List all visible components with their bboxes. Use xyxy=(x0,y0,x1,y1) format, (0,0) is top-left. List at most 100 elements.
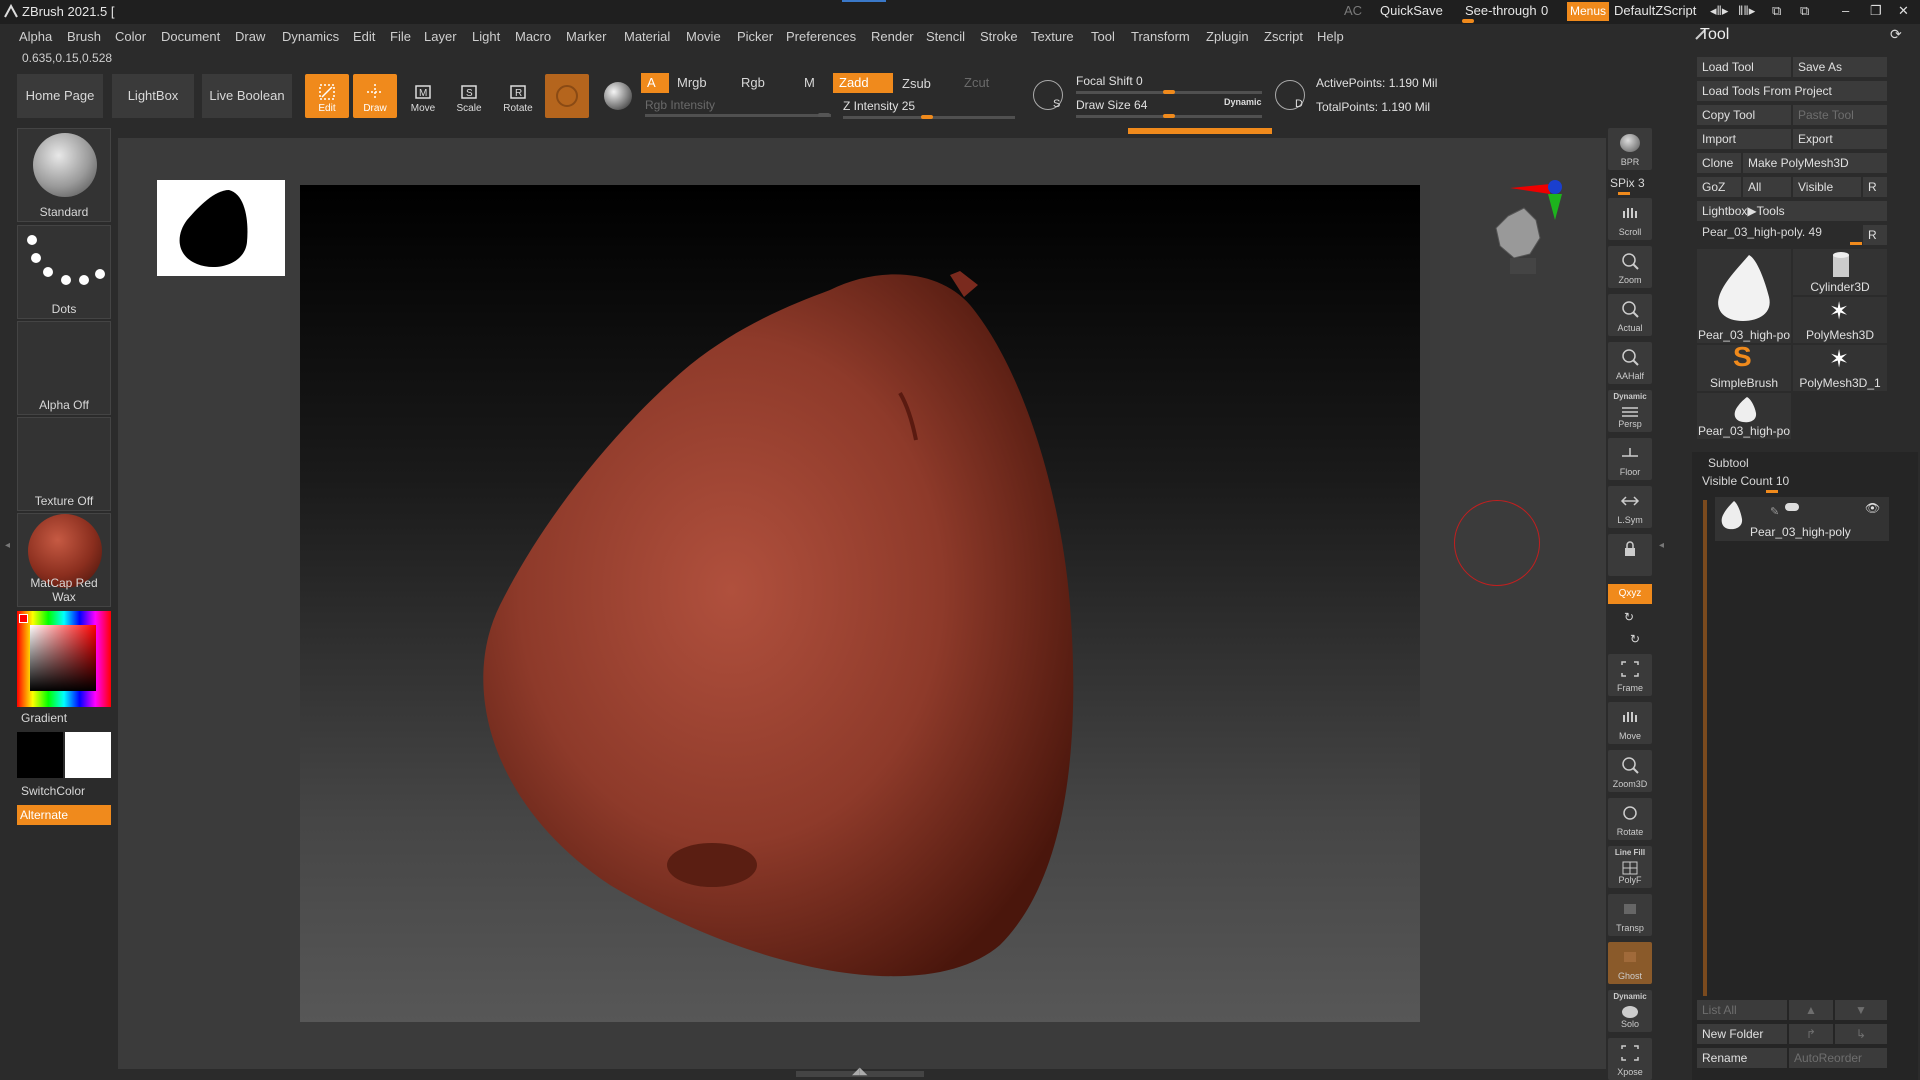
zoom3d-button[interactable]: Zoom3D xyxy=(1608,750,1652,792)
menu-zplugin[interactable]: Zplugin xyxy=(1206,29,1249,44)
xpose-button[interactable]: Xpose xyxy=(1608,1038,1652,1080)
subtool-title[interactable]: Subtool xyxy=(1708,456,1749,470)
menu-picker[interactable]: Picker xyxy=(737,29,773,44)
ghost-button[interactable]: Ghost xyxy=(1608,942,1652,984)
layout2-icon[interactable]: ‖‖▸ xyxy=(1738,3,1755,19)
rgb-toggle[interactable]: Rgb xyxy=(735,73,795,93)
mrgb-toggle[interactable]: Mrgb xyxy=(671,73,731,93)
spix-label[interactable]: SPix 3 xyxy=(1610,176,1645,190)
menu-dynamics[interactable]: Dynamics xyxy=(282,29,339,44)
load-tool-button[interactable]: Load Tool xyxy=(1697,57,1791,77)
export-button[interactable]: Export xyxy=(1793,129,1887,149)
menu-texture[interactable]: Texture xyxy=(1031,29,1074,44)
menu-document[interactable]: Document xyxy=(161,29,220,44)
tool-thumb-cylinder3d[interactable]: Cylinder3D xyxy=(1793,249,1887,295)
menu-light[interactable]: Light xyxy=(472,29,500,44)
subtool-toggle-icon[interactable] xyxy=(1785,503,1799,511)
lsym-button[interactable]: L.Sym xyxy=(1608,486,1652,528)
goz-visible-button[interactable]: Visible xyxy=(1793,177,1861,197)
left-collapse-arrow-icon[interactable]: ◂ xyxy=(5,540,10,551)
menu-edit[interactable]: Edit xyxy=(353,29,375,44)
lightbox-tools-button[interactable]: Lightbox▶Tools xyxy=(1697,201,1887,221)
aahalf-button[interactable]: AAHalf xyxy=(1608,342,1652,384)
rename-button[interactable]: Rename xyxy=(1697,1048,1787,1068)
texture-tile[interactable]: Texture Off xyxy=(17,417,111,511)
menu-movie[interactable]: Movie xyxy=(686,29,721,44)
import-button[interactable]: Import xyxy=(1697,129,1791,149)
menu-macro[interactable]: Macro xyxy=(515,29,551,44)
bpr-button[interactable]: BPR xyxy=(1608,128,1652,170)
menu-stencil[interactable]: Stencil xyxy=(926,29,965,44)
list-all-button[interactable]: List All xyxy=(1697,1000,1787,1020)
menu-material[interactable]: Material xyxy=(624,29,670,44)
subtool-scrollbar[interactable] xyxy=(1703,500,1707,996)
navigation-gizmo[interactable] xyxy=(1460,172,1575,292)
tool-panel-refresh-icon[interactable]: ⟳ xyxy=(1890,26,1902,43)
menu-render[interactable]: Render xyxy=(871,29,914,44)
goz-r-button[interactable]: R xyxy=(1863,177,1887,197)
rotate-z-icon[interactable]: ↻ xyxy=(1630,632,1640,646)
stroke-preview-button[interactable] xyxy=(596,74,640,118)
goz-button[interactable]: GoZ xyxy=(1697,177,1741,197)
rotate-button[interactable]: R Rotate xyxy=(496,74,540,118)
draw-button[interactable]: Draw xyxy=(353,74,397,118)
windows-icon[interactable]: ⧉ xyxy=(1800,3,1809,19)
menu-zscript[interactable]: Zscript xyxy=(1264,29,1303,44)
menu-alpha[interactable]: Alpha xyxy=(19,29,52,44)
subtool-brush-icon[interactable]: ✎ xyxy=(1770,505,1779,518)
tool-thumb-simplebrush[interactable]: S SimpleBrush xyxy=(1697,341,1791,391)
restore-icon[interactable]: ❐ xyxy=(1870,3,1882,19)
scroll-button[interactable]: Scroll xyxy=(1608,198,1652,240)
window-layout-icon[interactable]: ⧉ xyxy=(1772,3,1781,19)
tool-thumb-pear[interactable]: Pear_03_high-po xyxy=(1697,249,1791,343)
zoom-button[interactable]: Zoom xyxy=(1608,246,1652,288)
paste-tool-button[interactable]: Paste Tool xyxy=(1793,105,1887,125)
rgb-intensity-knob[interactable] xyxy=(818,113,830,117)
home-page-button[interactable]: Home Page xyxy=(17,74,103,118)
subtool-visibility-eye-icon[interactable]: 👁 xyxy=(1865,501,1880,515)
color-picker[interactable] xyxy=(17,611,111,707)
minimize-icon[interactable]: – xyxy=(1842,3,1849,18)
a-toggle[interactable]: A xyxy=(641,73,669,93)
zcut-toggle[interactable]: Zcut xyxy=(958,73,1018,93)
move-down-arrow-icon[interactable]: ▼ xyxy=(1835,1000,1887,1020)
folder-share-icon[interactable]: ↱ xyxy=(1789,1024,1833,1044)
persp-button[interactable]: Dynamic Persp xyxy=(1608,390,1652,432)
subtool-row[interactable]: ✎ 👁 Pear_03_high-poly xyxy=(1715,497,1889,541)
menus-button[interactable]: Menus xyxy=(1567,2,1609,21)
stroke-tile[interactable]: Dots xyxy=(17,225,111,319)
draw-size-knob[interactable] xyxy=(1163,114,1175,118)
menu-draw[interactable]: Draw xyxy=(235,29,265,44)
goz-all-button[interactable]: All xyxy=(1743,177,1791,197)
secondary-color-swatch[interactable] xyxy=(17,732,63,778)
zadd-toggle[interactable]: Zadd xyxy=(833,73,893,93)
rotate-view-button[interactable]: Rotate xyxy=(1608,798,1652,840)
make-polymesh3d-button[interactable]: Make PolyMesh3D xyxy=(1743,153,1887,173)
gradient-label[interactable]: Gradient xyxy=(21,711,67,725)
tool-thumb-polymesh3d-1[interactable]: ✶ PolyMesh3D_1 xyxy=(1793,345,1887,391)
spix-slider[interactable] xyxy=(1618,192,1630,195)
lightbox-button[interactable]: LightBox xyxy=(112,74,194,118)
rgb-intensity-slider[interactable] xyxy=(645,114,831,117)
visible-count-label[interactable]: Visible Count 10 xyxy=(1702,474,1789,488)
z-intensity-knob[interactable] xyxy=(921,115,933,119)
material-swatch-button[interactable] xyxy=(545,74,589,118)
primary-color-swatch[interactable] xyxy=(65,732,111,778)
color-picker-marker[interactable] xyxy=(19,614,28,623)
zsub-toggle[interactable]: Zsub xyxy=(896,74,956,94)
load-tools-from-project-button[interactable]: Load Tools From Project xyxy=(1697,81,1887,101)
m-toggle[interactable]: M xyxy=(798,73,828,93)
viewport[interactable] xyxy=(300,185,1420,1022)
menu-brush[interactable]: Brush xyxy=(67,29,101,44)
save-as-button[interactable]: Save As xyxy=(1793,57,1887,77)
actual-button[interactable]: Actual xyxy=(1608,294,1652,336)
gizmo-y-axis-icon[interactable] xyxy=(1548,194,1562,220)
frame-button[interactable]: Frame xyxy=(1608,654,1652,696)
tool-thumb-pear-2[interactable]: Pear_03_high-po xyxy=(1697,393,1791,439)
quicksave-button[interactable]: QuickSave xyxy=(1380,3,1443,18)
copy-tool-button[interactable]: Copy Tool xyxy=(1697,105,1791,125)
brush-tile[interactable]: Standard xyxy=(17,128,111,222)
current-tool-label[interactable]: Pear_03_high-poly. 49 xyxy=(1702,225,1822,239)
dynamic-label[interactable]: Dynamic xyxy=(1224,97,1262,107)
visible-count-slider[interactable] xyxy=(1766,490,1778,493)
